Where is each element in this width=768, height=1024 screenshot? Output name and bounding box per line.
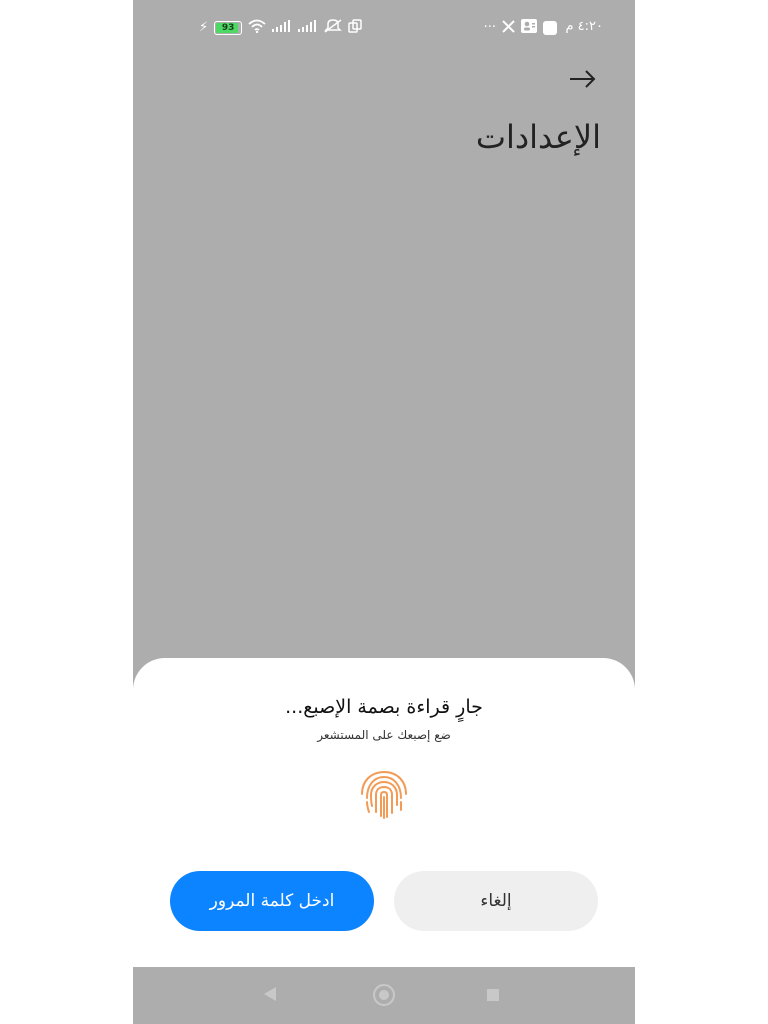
page-title: الإعدادات [475, 118, 601, 156]
mute-icon [324, 19, 342, 37]
contact-card-icon [521, 19, 537, 37]
fingerprint-icon[interactable] [357, 768, 411, 822]
status-bar: ⚡ 93 ··· ٤:٢٠ م [133, 14, 635, 42]
fingerprint-dialog: جارٍ قراءة بصمة الإصبع... ضع إصبعك على ا… [133, 658, 635, 967]
notification-square-icon [543, 21, 557, 35]
home-icon-dot [379, 990, 389, 1000]
dialog-title: جارٍ قراءة بصمة الإصبع... [285, 696, 483, 718]
signal-icon [272, 20, 292, 36]
more-icon: ··· [483, 20, 496, 35]
phone-screen: ⚡ 93 ··· ٤:٢٠ م الإعدادات جارٍ قراءة بصم… [133, 0, 635, 1024]
x-icon [502, 19, 515, 37]
dialog-subtitle: ضع إصبعك على المستشعر [317, 728, 451, 742]
cancel-button[interactable]: إلغاء [394, 871, 598, 931]
home-icon[interactable] [373, 984, 395, 1006]
status-time: ٤:٢٠ م [565, 19, 603, 34]
status-icons-left: ⚡ 93 [199, 19, 362, 37]
charging-icon: ⚡ [199, 20, 209, 35]
navigation-bar [133, 967, 635, 1024]
signal-icon [298, 20, 318, 36]
enter-password-button[interactable]: ادخل كلمة المرور [170, 871, 374, 931]
wifi-icon [248, 19, 266, 37]
screen-icon [348, 19, 362, 37]
status-icons-right: ··· [484, 19, 557, 37]
battery-level: 93 [221, 23, 235, 33]
battery-icon: 93 [214, 21, 243, 35]
recents-icon[interactable] [487, 989, 499, 1001]
back-arrow-icon[interactable] [567, 64, 597, 94]
back-icon[interactable] [264, 987, 276, 1001]
